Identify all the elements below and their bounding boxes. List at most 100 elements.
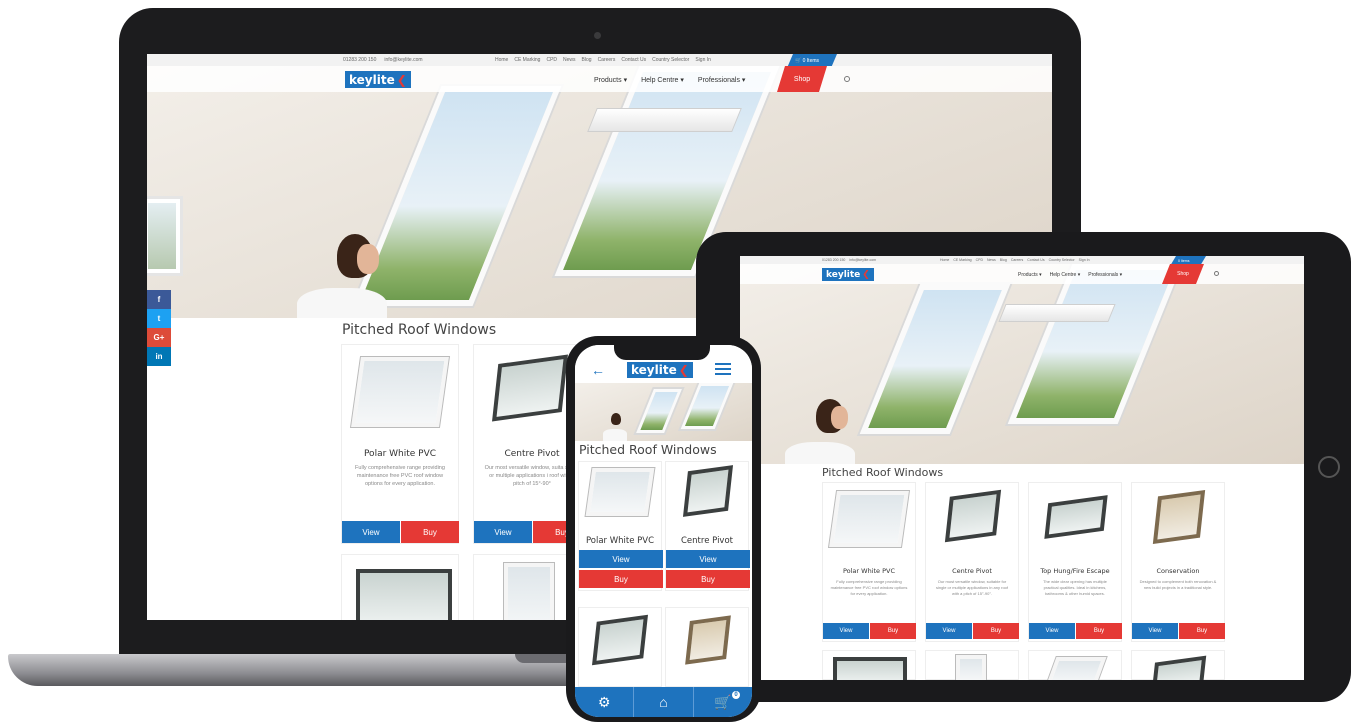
product-image	[955, 654, 987, 680]
facebook-icon[interactable]: f	[147, 290, 171, 309]
product-card	[1131, 650, 1225, 680]
buy-button[interactable]: Buy	[1179, 623, 1225, 639]
view-button[interactable]: View	[1132, 623, 1178, 639]
product-image	[1151, 655, 1207, 680]
cart-icon[interactable]: 🛒 0	[694, 687, 752, 717]
cart-icon: 🛒	[795, 58, 803, 64]
social-bar: f t G+ in	[147, 290, 171, 366]
nav-professionals[interactable]: Professionals ▾	[1088, 272, 1122, 278]
nav-products[interactable]: Products ▾	[594, 76, 627, 84]
topbar-link-careers[interactable]: Careers	[1011, 258, 1023, 262]
buy-button[interactable]: Buy	[666, 570, 750, 588]
topbar-link-blog[interactable]: Blog	[1000, 258, 1007, 262]
laptop-camera	[594, 32, 601, 39]
product-name[interactable]: Centre Pivot	[666, 536, 748, 546]
topbar-link-careers[interactable]: Careers	[598, 57, 616, 63]
settings-gear-icon[interactable]: ⚙	[575, 687, 635, 717]
nav-help-centre[interactable]: Help Centre ▾	[1050, 272, 1081, 278]
product-name[interactable]: Polar White PVC	[342, 449, 458, 459]
googleplus-icon[interactable]: G+	[147, 328, 171, 347]
topbar-link-ce[interactable]: CE Marking	[953, 258, 971, 262]
product-name[interactable]: Polar White PVC	[823, 567, 915, 575]
product-desc: Fully comprehensive range providing main…	[830, 579, 908, 596]
view-button[interactable]: View	[823, 623, 869, 639]
view-button[interactable]: View	[474, 521, 532, 543]
topbar-link-contact[interactable]: Contact Us	[1027, 258, 1044, 262]
product-name[interactable]: Conservation	[1132, 567, 1224, 575]
topbar-link-signin[interactable]: Sign In	[1079, 258, 1090, 262]
product-image	[944, 489, 1002, 543]
product-name[interactable]: Centre Pivot	[926, 567, 1018, 575]
tablet-topbar: 01283 200 150 info@keylite.com Home CE M…	[740, 256, 1304, 264]
product-image	[833, 657, 907, 680]
product-image	[356, 569, 452, 620]
search-icon[interactable]	[844, 76, 850, 82]
search-icon[interactable]	[1214, 271, 1219, 276]
home-icon[interactable]: ⌂	[634, 687, 694, 717]
product-card	[578, 607, 662, 687]
topbar-links: Home CE Marking CPD News Blog Careers Co…	[495, 57, 711, 63]
view-button[interactable]: View	[342, 521, 400, 543]
product-image	[1044, 495, 1108, 539]
section-title: Pitched Roof Windows	[822, 466, 944, 479]
main-nav: keylite ❮ Products ▾ Help Centre ▾ Profes…	[147, 66, 1052, 92]
product-name[interactable]: Polar White PVC	[579, 536, 661, 546]
buy-button[interactable]: Buy	[401, 521, 459, 543]
phone-number[interactable]: 01283 200 150	[343, 57, 376, 63]
view-button[interactable]: View	[1029, 623, 1075, 639]
keylite-logo[interactable]: keylite ❮	[627, 362, 693, 378]
nav-help-centre[interactable]: Help Centre ▾	[641, 76, 684, 84]
linkedin-icon[interactable]: in	[147, 347, 171, 366]
email-link[interactable]: info@keylite.com	[849, 258, 876, 262]
buy-button[interactable]: Buy	[579, 570, 663, 588]
laptop-topbar: 01283 200 150 info@keylite.com Home CE M…	[147, 54, 1052, 66]
topbar-link-cpd[interactable]: CPD	[976, 258, 983, 262]
topbar-link-ce[interactable]: CE Marking	[514, 57, 540, 63]
buy-button[interactable]: Buy	[973, 623, 1019, 639]
product-image	[349, 356, 451, 428]
twitter-icon[interactable]: t	[147, 309, 171, 328]
nav-products[interactable]: Products ▾	[1018, 272, 1042, 278]
topbar-link-home[interactable]: Home	[940, 258, 949, 262]
topbar-link-signin[interactable]: Sign In	[695, 57, 711, 63]
hero-image	[575, 383, 752, 441]
topbar-link-contact[interactable]: Contact Us	[621, 57, 646, 63]
cart-count-badge: 0	[731, 691, 740, 699]
topbar-link-cpd[interactable]: CPD	[546, 57, 557, 63]
product-card	[822, 650, 916, 680]
product-desc: The wide clear opening has multiple prac…	[1043, 579, 1107, 596]
phone-number[interactable]: 01283 200 150	[822, 258, 845, 262]
shop-button[interactable]: Shop	[777, 66, 827, 92]
back-arrow-icon[interactable]: ←	[591, 362, 605, 378]
nav-professionals[interactable]: Professionals ▾	[698, 76, 746, 84]
view-button[interactable]: View	[579, 550, 663, 568]
topbar-link-country[interactable]: Country Selector	[652, 57, 689, 63]
keylite-logo[interactable]: keylite ❮	[822, 268, 874, 281]
topbar-link-news[interactable]: News	[987, 258, 996, 262]
product-desc: Our most versatile window, suitable for …	[935, 579, 1009, 596]
buy-button[interactable]: Buy	[1076, 623, 1122, 639]
topbar-link-blog[interactable]: Blog	[582, 57, 592, 63]
main-nav: keylite ❮ Products ▾ Help Centre ▾ Profes…	[740, 264, 1304, 284]
topbar-link-news[interactable]: News	[563, 57, 576, 63]
product-card: Centre Pivot Our most versatile window, …	[925, 482, 1019, 642]
product-image	[1044, 656, 1108, 680]
topbar-link-country[interactable]: Country Selector	[1049, 258, 1075, 262]
product-image	[685, 615, 731, 665]
email-link[interactable]: info@keylite.com	[384, 57, 422, 63]
buy-button[interactable]: Buy	[870, 623, 916, 639]
hamburger-menu-icon[interactable]	[715, 363, 731, 378]
product-card	[665, 607, 749, 687]
product-desc: Designed to complement both renovation &…	[1139, 579, 1217, 590]
view-button[interactable]: View	[926, 623, 972, 639]
shop-button[interactable]: Shop	[1162, 264, 1204, 284]
topbar-link-home[interactable]: Home	[495, 57, 508, 63]
phone-screen: ← keylite ❮ Pitched Roof Windows Polar Wh…	[575, 345, 752, 717]
product-desc: Fully comprehensive range providing main…	[355, 465, 445, 487]
section-title: Pitched Roof Windows	[579, 442, 717, 457]
phone-notch	[614, 344, 710, 360]
basket-label: 0 Items	[802, 58, 820, 64]
product-name[interactable]: Top Hung/Fire Escape	[1029, 567, 1121, 575]
keylite-logo[interactable]: keylite ❮	[345, 71, 411, 88]
view-button[interactable]: View	[666, 550, 750, 568]
